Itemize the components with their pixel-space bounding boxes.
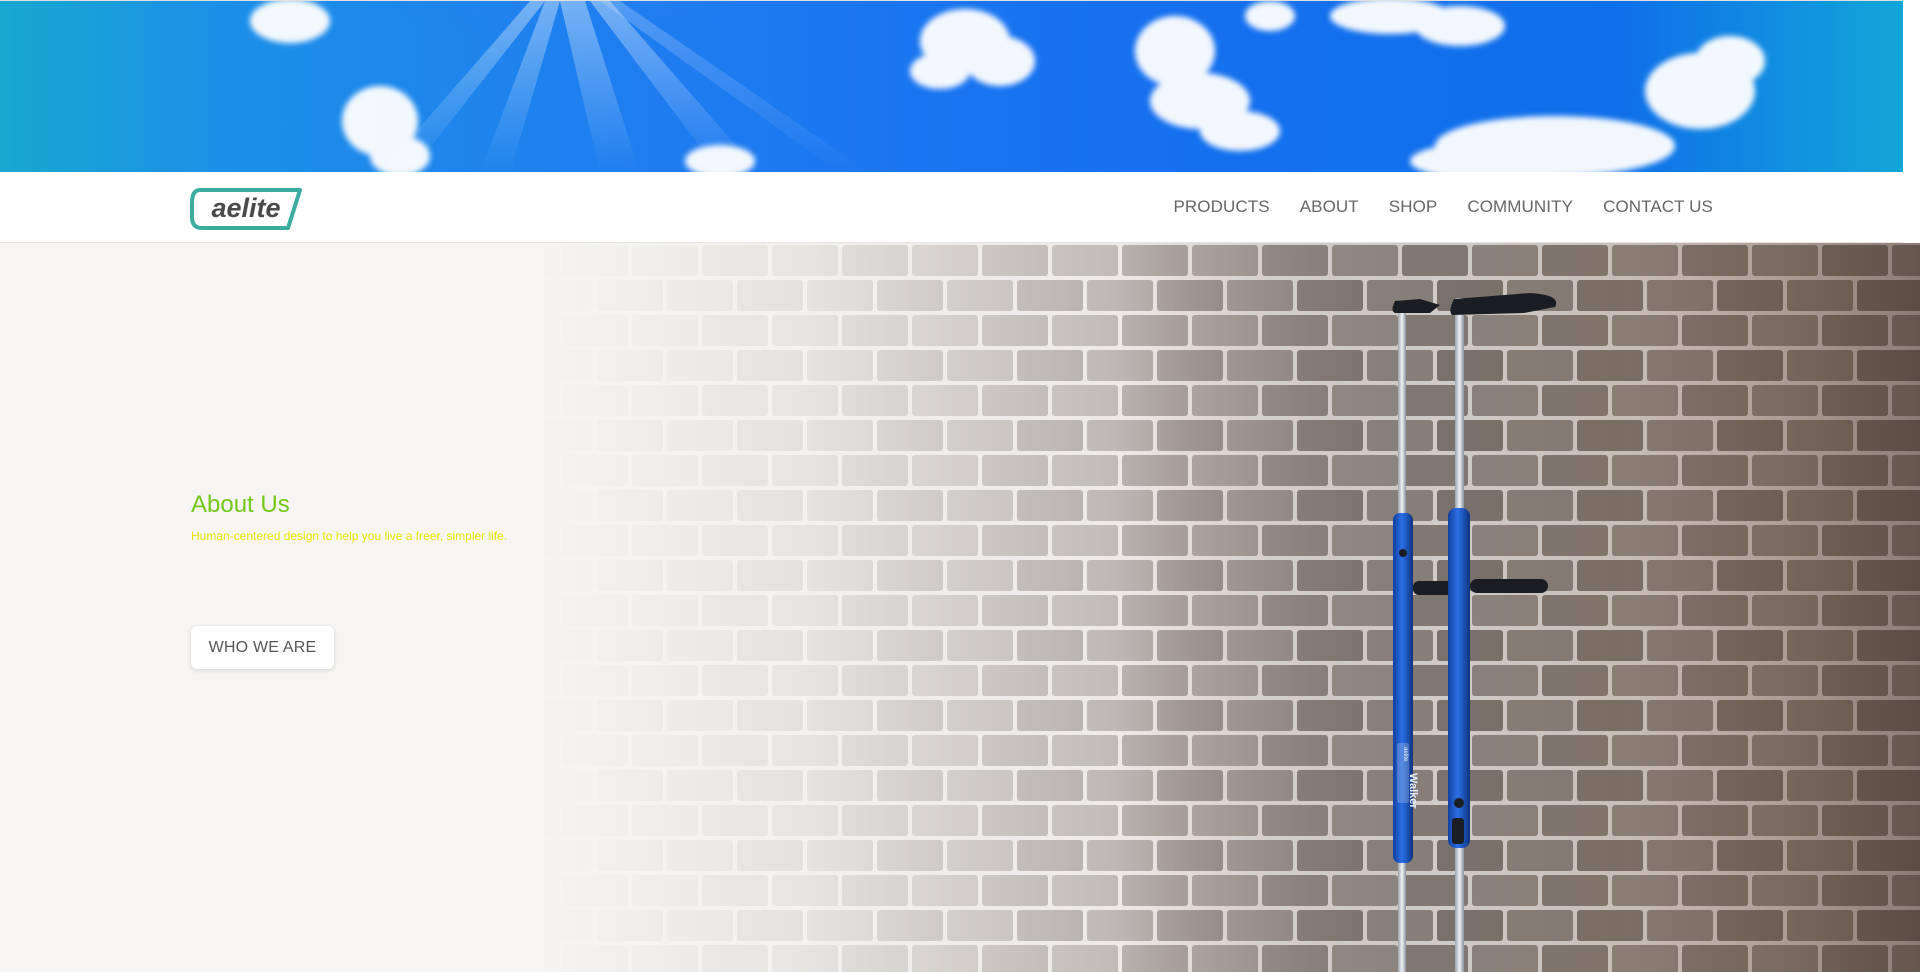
nav-community[interactable]: COMMUNITY xyxy=(1452,197,1588,217)
nav-contact-us[interactable]: CONTACT US xyxy=(1588,197,1728,217)
aelite-logo[interactable]: aelite xyxy=(190,187,304,231)
brick-wall-background: Walker aelite xyxy=(0,243,1920,972)
hero-text-block: About Us Human-centered design to help y… xyxy=(191,491,791,544)
nav-shop[interactable]: SHOP xyxy=(1374,197,1453,217)
page: aelite PRODUCTS ABOUT SHOP COMMUNITY CON… xyxy=(0,0,1920,972)
who-we-are-button[interactable]: WHO WE ARE xyxy=(191,626,334,669)
crutch-brand-label: aelite xyxy=(1402,747,1408,762)
main-nav: PRODUCTS ABOUT SHOP COMMUNITY CONTACT US xyxy=(1158,172,1728,242)
nav-products[interactable]: PRODUCTS xyxy=(1158,197,1284,217)
sky-banner xyxy=(0,0,1903,173)
sky-banner-image xyxy=(190,1,1765,173)
hero-subtitle: Human-centered design to help you live a… xyxy=(191,529,508,543)
hero-title: About Us xyxy=(191,491,290,518)
site-header: aelite PRODUCTS ABOUT SHOP COMMUNITY CON… xyxy=(0,172,1903,243)
logo-text: aelite xyxy=(211,193,280,223)
nav-about[interactable]: ABOUT xyxy=(1285,197,1374,217)
hero-section: Walker aelite About Us Human-centered de… xyxy=(0,243,1920,972)
crutch-walker-label: Walker xyxy=(1407,773,1419,809)
